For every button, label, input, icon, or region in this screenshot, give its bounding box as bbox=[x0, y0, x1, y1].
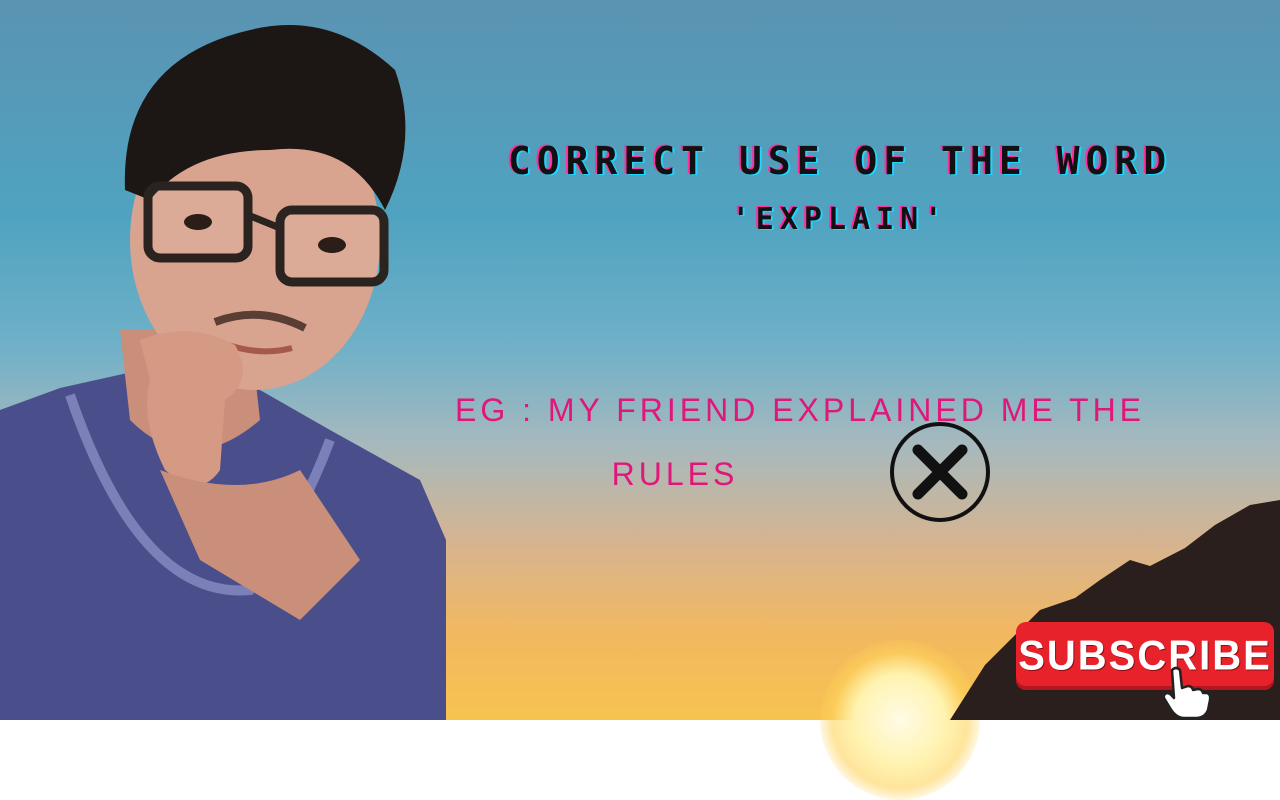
x-circle-icon bbox=[890, 422, 990, 522]
example-line-2-text: RULES bbox=[611, 456, 739, 492]
subscribe-label: SUBSCRIBE bbox=[1018, 632, 1272, 679]
hand-pointer-icon bbox=[1162, 666, 1212, 720]
title-line-2: 'EXPLAIN' bbox=[731, 202, 949, 237]
example-line-2: RULES bbox=[420, 442, 1180, 506]
example-sentence: EG : MY FRIEND EXPLAINED ME THE RULES bbox=[420, 378, 1180, 506]
video-title: CORRECT USE OF THE WORD 'EXPLAIN' bbox=[440, 130, 1240, 248]
example-line-1: EG : MY FRIEND EXPLAINED ME THE bbox=[454, 392, 1146, 428]
subscribe-button[interactable]: SUBSCRIBE bbox=[1016, 622, 1274, 690]
title-line-1: CORRECT USE OF THE WORD bbox=[507, 139, 1173, 183]
person-photo bbox=[0, 25, 446, 720]
